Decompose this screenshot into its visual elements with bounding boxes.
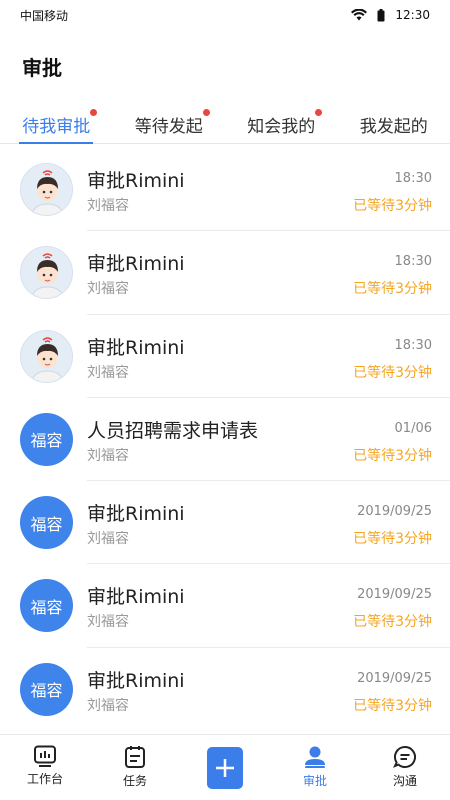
approval-list: 审批Rimini 刘福容 18:30 已等待3分钟 审批Rimini 刘福容 1… bbox=[0, 148, 450, 731]
task-icon bbox=[125, 746, 145, 768]
item-wait-status: 已等待3分钟 bbox=[353, 447, 432, 464]
item-wait-status: 已等待3分钟 bbox=[353, 364, 432, 381]
list-item[interactable]: 审批Rimini 刘福容 18:30 已等待3分钟 bbox=[0, 315, 450, 398]
item-title: 审批Rimini bbox=[87, 170, 185, 192]
item-submitter: 刘福容 bbox=[87, 447, 129, 464]
item-submitter: 刘福容 bbox=[87, 198, 129, 214]
item-submitter: 刘福容 bbox=[87, 364, 129, 381]
item-title: 审批Rimini bbox=[87, 336, 185, 359]
item-title: 人员招聘需求申请表 bbox=[87, 419, 259, 442]
tab-initiated-by-me[interactable]: 我发起的 bbox=[338, 102, 450, 143]
item-wait-status: 已等待3分钟 bbox=[353, 531, 432, 548]
unread-dot bbox=[202, 109, 210, 116]
unread-dot bbox=[90, 109, 98, 116]
nav-tasks[interactable]: 任务 bbox=[90, 735, 180, 800]
add-button[interactable] bbox=[207, 747, 243, 789]
unread-dot bbox=[315, 109, 323, 116]
item-submitter: 刘福容 bbox=[87, 697, 129, 714]
item-time: 2019/09/25 bbox=[357, 504, 432, 520]
tab-label: 知会我的 bbox=[247, 117, 316, 137]
user-photo-icon bbox=[21, 330, 72, 382]
nav-approval[interactable]: 审批 bbox=[270, 735, 360, 800]
item-title: 审批Rimini bbox=[87, 669, 185, 692]
list-item[interactable]: 福容 审批Rimini 刘福容 2019/09/25 已等待3分钟 bbox=[0, 481, 450, 565]
list-item[interactable]: 审批Rimini 刘福容 18:30 已等待3分钟 bbox=[0, 148, 450, 232]
avatar bbox=[20, 246, 73, 300]
avatar: 福容 bbox=[20, 496, 73, 550]
battery-icon bbox=[377, 8, 385, 21]
nav-label: 工作台 bbox=[26, 772, 63, 786]
tab-label: 等待发起 bbox=[134, 117, 203, 137]
avatar: 福容 bbox=[20, 579, 73, 633]
item-time: 18:30 bbox=[394, 254, 432, 270]
item-title: 审批Rimini bbox=[87, 586, 185, 609]
list-item[interactable]: 福容 人员招聘需求申请表 刘福容 01/06 已等待3分钟 bbox=[0, 398, 450, 482]
tab-cc-me[interactable]: 知会我的 bbox=[225, 102, 338, 143]
chat-icon bbox=[393, 745, 416, 768]
status-icons: 12:30 bbox=[351, 8, 430, 22]
carrier-label: 中国移动 bbox=[20, 8, 69, 23]
item-time: 2019/09/25 bbox=[357, 587, 432, 603]
avatar: 福容 bbox=[20, 412, 73, 466]
tab-bar: 待我审批 等待发起 知会我的 我发起的 bbox=[0, 102, 450, 144]
active-tab-indicator bbox=[19, 142, 94, 144]
approval-icon bbox=[305, 746, 325, 768]
page-title: 审批 bbox=[22, 56, 62, 80]
user-photo-icon bbox=[21, 164, 72, 215]
nav-label: 任务 bbox=[122, 774, 147, 788]
item-wait-status: 已等待3分钟 bbox=[353, 198, 432, 214]
clock-label: 12:30 bbox=[395, 8, 430, 22]
avatar: 福容 bbox=[20, 662, 73, 716]
nav-label: 审批 bbox=[302, 774, 327, 788]
bottom-nav: 工作台 任务 审批 沟通 bbox=[0, 734, 450, 800]
list-item[interactable]: 福容 审批Rimini 刘福容 2019/09/25 已等待3分钟 bbox=[0, 648, 450, 731]
nav-add bbox=[180, 735, 270, 800]
tab-waiting-to-initiate[interactable]: 等待发起 bbox=[113, 102, 226, 143]
list-item[interactable]: 福容 审批Rimini 刘福容 2019/09/25 已等待3分钟 bbox=[0, 564, 450, 648]
item-wait-status: 已等待3分钟 bbox=[353, 697, 432, 714]
nav-chat[interactable]: 沟通 bbox=[360, 735, 450, 800]
item-submitter: 刘福容 bbox=[87, 531, 129, 548]
user-photo-icon bbox=[21, 247, 72, 299]
item-submitter: 刘福容 bbox=[87, 281, 129, 298]
status-bar: 中国移动 12:30 bbox=[0, 0, 450, 30]
item-time: 18:30 bbox=[394, 171, 432, 186]
nav-workbench[interactable]: 工作台 bbox=[0, 735, 90, 800]
tab-pending-my-approval[interactable]: 待我审批 bbox=[0, 102, 113, 144]
dashboard-icon bbox=[34, 745, 56, 767]
avatar bbox=[20, 329, 73, 383]
item-submitter: 刘福容 bbox=[87, 614, 129, 631]
item-wait-status: 已等待3分钟 bbox=[353, 614, 432, 631]
wifi-icon bbox=[351, 9, 368, 21]
item-title: 审批Rimini bbox=[87, 253, 185, 276]
item-time: 2019/09/25 bbox=[357, 670, 432, 686]
item-title: 审批Rimini bbox=[87, 503, 185, 526]
tab-label: 待我审批 bbox=[22, 117, 91, 137]
nav-label: 沟通 bbox=[392, 774, 417, 788]
plus-icon bbox=[216, 759, 234, 777]
item-time: 18:30 bbox=[394, 337, 432, 353]
list-item[interactable]: 审批Rimini 刘福容 18:30 已等待3分钟 bbox=[0, 231, 450, 315]
avatar bbox=[20, 163, 73, 216]
tab-label: 我发起的 bbox=[359, 117, 428, 137]
item-wait-status: 已等待3分钟 bbox=[353, 281, 432, 298]
item-time: 01/06 bbox=[394, 420, 432, 436]
